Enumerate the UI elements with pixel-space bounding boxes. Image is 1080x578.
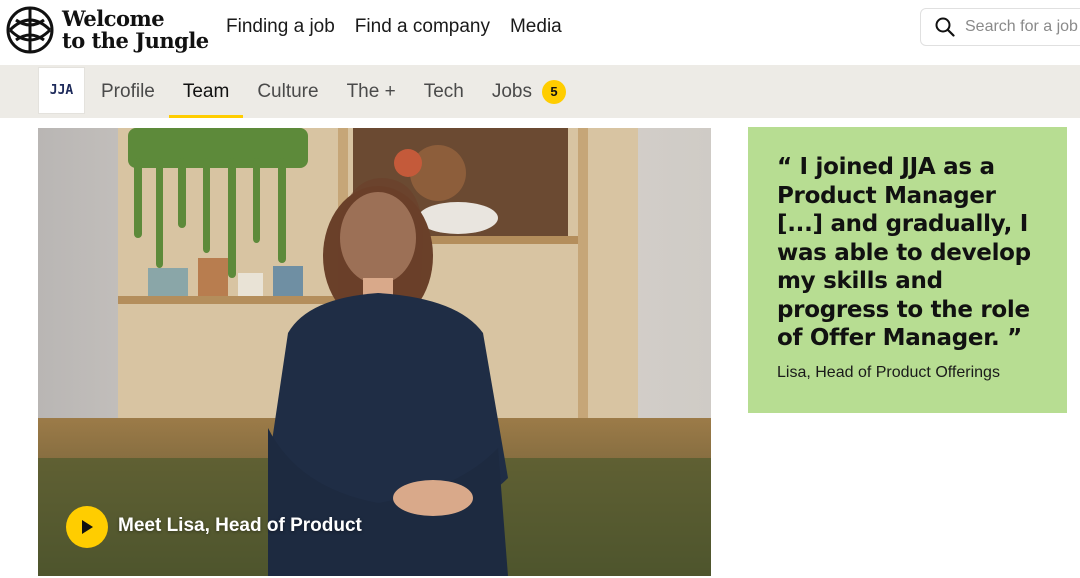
company-nav: JJA Profile Team Culture The + Tech Jobs… [0, 65, 1080, 118]
tab-label: Tech [423, 80, 464, 102]
company-logo[interactable]: JJA [38, 67, 85, 114]
play-icon [82, 520, 93, 534]
tab-team[interactable]: Team [168, 65, 244, 118]
company-logo-text: JJA [49, 83, 74, 98]
tab-label: Team [182, 80, 230, 102]
team-video[interactable]: Meet Lisa, Head of Product [38, 128, 711, 576]
tab-culture[interactable]: Culture [243, 65, 332, 118]
play-video-button[interactable] [66, 506, 108, 548]
search-input[interactable] [965, 18, 1080, 36]
site-logo[interactable]: Welcome to the Jungle [6, 4, 209, 56]
search-box[interactable] [920, 8, 1080, 46]
search-icon [935, 17, 955, 37]
tab-profile[interactable]: Profile [101, 65, 169, 118]
tab-jobs[interactable]: Jobs 5 [478, 65, 580, 118]
tab-label: Jobs [491, 80, 532, 102]
logo-line-2: to the Jungle [62, 28, 209, 53]
logo-line-1: Welcome [62, 6, 165, 31]
video-thumbnail-image [38, 128, 711, 576]
testimonial-card: “ I joined JJA as a Product Manager [...… [748, 127, 1067, 413]
tab-tech[interactable]: Tech [410, 65, 478, 118]
tab-label: Profile [101, 80, 155, 102]
company-tabs: Profile Team Culture The + Tech Jobs 5 [101, 65, 580, 118]
testimonial-quote: “ I joined JJA as a Product Manager [...… [777, 154, 1031, 351]
top-header: Welcome to the Jungle Finding a job Find… [0, 0, 1080, 64]
logo-wordmark: Welcome to the Jungle [62, 8, 209, 52]
jobs-count-badge: 5 [541, 79, 566, 104]
tab-the-plus[interactable]: The + [333, 65, 410, 118]
tab-label: Culture [257, 80, 319, 102]
tab-label: The + [346, 80, 396, 102]
nav-finding-a-job[interactable]: Finding a job [226, 15, 335, 39]
nav-media[interactable]: Media [510, 15, 562, 39]
jungle-logo-icon [6, 6, 54, 54]
testimonial-author: Lisa, Head of Product Offerings [777, 363, 1000, 381]
video-caption: Meet Lisa, Head of Product [118, 515, 362, 536]
main-nav: Finding a job Find a company Media [226, 15, 562, 39]
nav-find-a-company[interactable]: Find a company [355, 15, 490, 39]
